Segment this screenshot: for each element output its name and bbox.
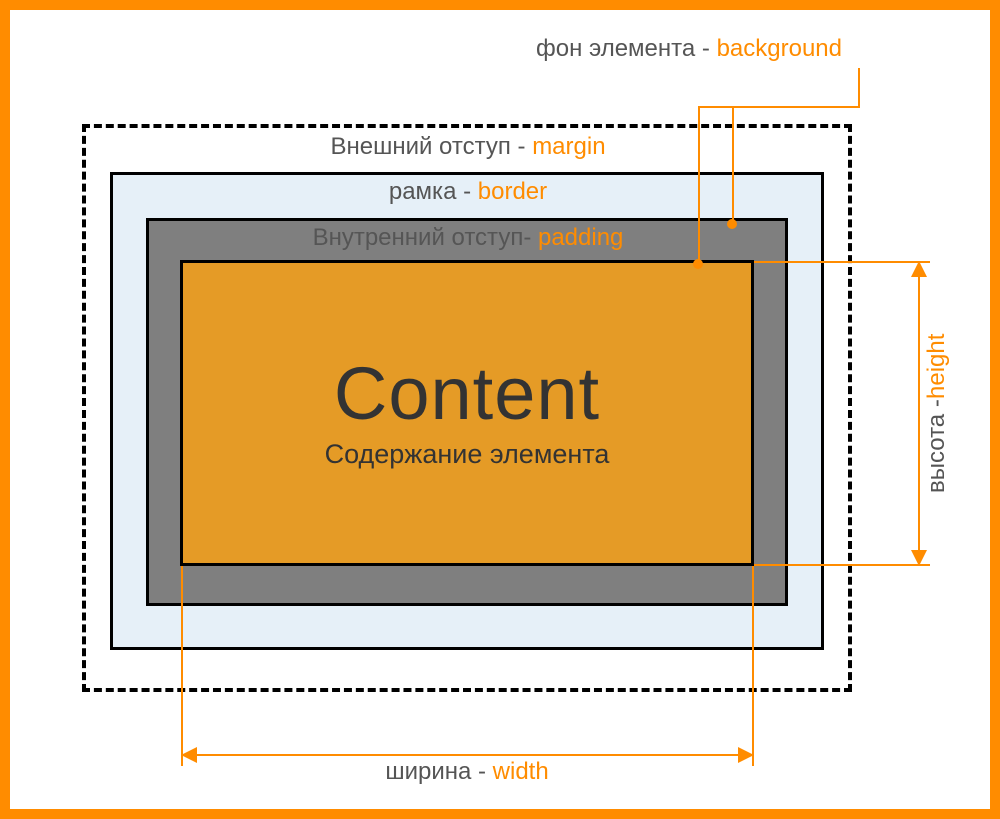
width-label-keyword: width <box>493 758 549 785</box>
ext-height-bottom <box>754 564 930 566</box>
ext-width-right <box>752 566 754 766</box>
border-label-keyword: border <box>478 178 547 205</box>
ext-width-left <box>181 566 183 766</box>
content-box: Content Содержание элемента <box>180 260 754 566</box>
diagram-stage: фон элемента - background Content Содерж… <box>38 38 962 781</box>
content-title: Content <box>334 357 600 431</box>
border-label-text: рамка - <box>389 178 478 205</box>
leader-background-horizontal <box>732 106 860 108</box>
dimline-height <box>918 261 920 566</box>
margin-label-text: Внешний отступ - <box>330 133 532 160</box>
margin-label-keyword: margin <box>532 133 605 160</box>
padding-label-text: Внутренний отступ- <box>313 224 538 251</box>
width-label: ширина - width <box>180 758 754 786</box>
margin-label: Внешний отступ - margin <box>38 135 898 159</box>
dimline-width <box>181 754 754 756</box>
dot-padding-corner <box>727 219 737 229</box>
leader-background-vertical <box>858 68 860 106</box>
background-label: фон элемента - background <box>38 35 962 63</box>
dot-content-corner <box>693 259 703 269</box>
width-label-text: ширина - <box>385 758 492 785</box>
padding-label-keyword: padding <box>538 224 623 251</box>
height-label-text: высота - <box>923 399 951 493</box>
diagram-frame: фон элемента - background Content Содерж… <box>0 0 1000 819</box>
border-label: рамка - border <box>38 180 898 204</box>
height-label-keyword: height <box>923 333 951 398</box>
background-label-keyword: background <box>717 35 842 62</box>
height-label: высота - height <box>923 260 951 566</box>
leader-background-branch <box>698 106 734 108</box>
background-label-text: фон элемента - <box>536 35 717 62</box>
padding-label: Внутренний отступ- padding <box>38 226 898 250</box>
leader-background-down1 <box>732 106 734 224</box>
leader-background-down2 <box>698 106 700 264</box>
ext-height-top <box>754 261 930 263</box>
content-subtitle: Содержание элемента <box>325 439 610 470</box>
